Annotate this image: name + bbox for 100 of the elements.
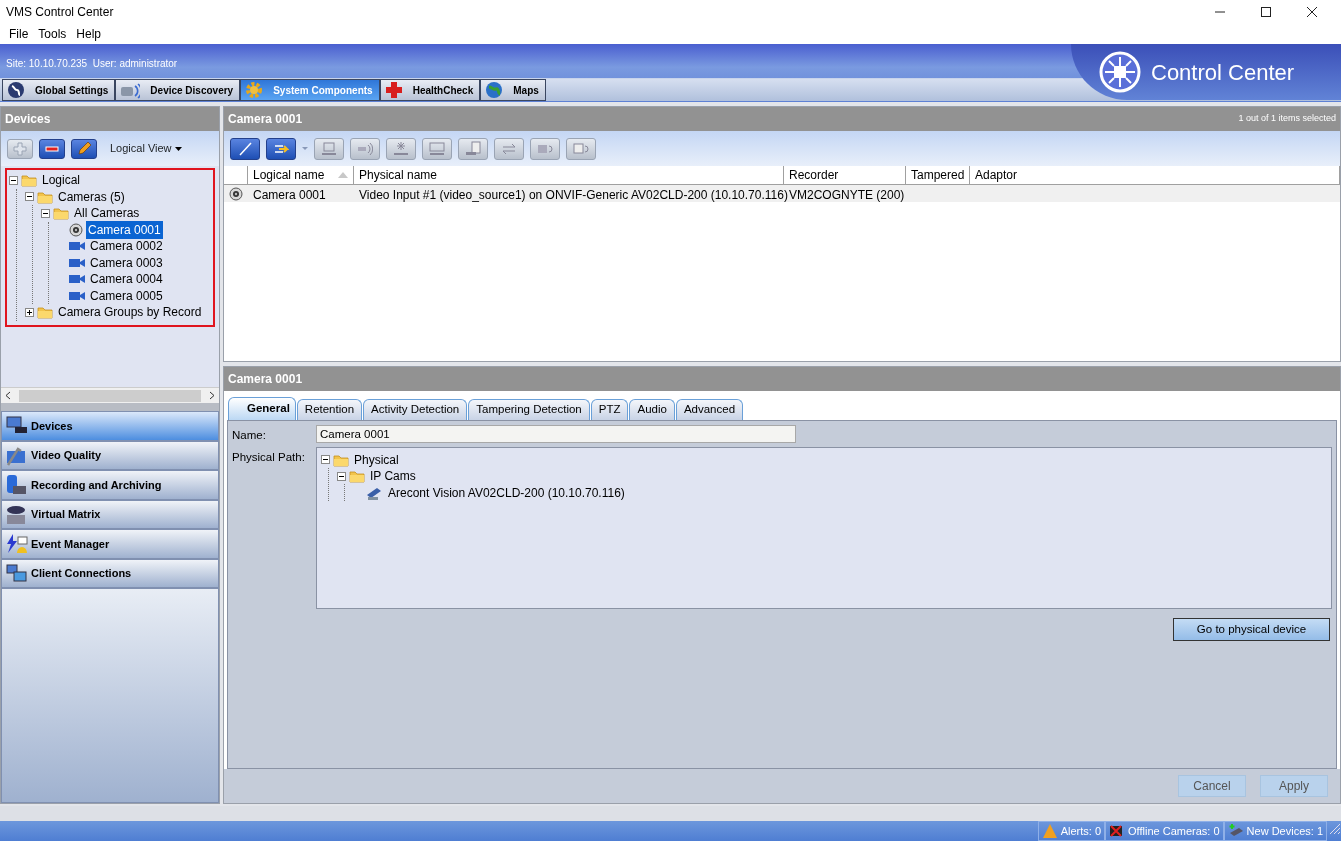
panel-title: Camera 0001 <box>224 367 1340 391</box>
collapse-icon[interactable] <box>9 175 18 185</box>
nav-item[interactable]: Client Connections <box>1 558 219 588</box>
tab[interactable]: Advanced <box>675 399 744 420</box>
column-header[interactable]: Logical name <box>248 166 354 184</box>
tree-item[interactable]: Cameras (5) <box>56 187 127 206</box>
pencil-icon <box>76 140 92 157</box>
toolbar-button[interactable] <box>71 138 97 159</box>
panel-title: Camera 0001 <box>228 111 303 128</box>
menu-item[interactable]: File <box>4 25 34 43</box>
toolbar-button[interactable] <box>230 137 260 160</box>
server-icon <box>5 474 29 496</box>
tree-item[interactable]: All Cameras <box>72 204 142 223</box>
network-computers-icon <box>5 562 29 584</box>
status-item: Alerts: 0 <box>1060 823 1102 839</box>
signal-icon <box>357 140 373 157</box>
resize-grip-icon <box>1327 821 1341 835</box>
column-label: Logical name <box>253 167 325 184</box>
folder-icon <box>349 469 365 483</box>
status-item: New Devices: 1 <box>1246 823 1323 839</box>
webcam-icon <box>229 186 243 201</box>
column-label: Tampered <box>911 167 965 184</box>
table-cell-text: Camera 0001 <box>252 187 327 202</box>
tree-item[interactable]: Camera 0001 <box>86 220 163 239</box>
tree-item[interactable]: Camera 0004 <box>88 270 165 289</box>
nav-item[interactable]: Video Quality <box>1 440 219 470</box>
tab[interactable]: PTZ <box>590 399 629 420</box>
gear-icon <box>245 81 264 99</box>
go-to-device-button[interactable]: Go to physical device <box>1173 618 1330 642</box>
site-info: Site: 10.10.70.235 User: administrator <box>6 58 178 69</box>
tree-item[interactable]: Camera 0003 <box>88 253 165 272</box>
document-icon <box>465 140 481 157</box>
globe-icon <box>7 81 25 99</box>
status-item: Offline Cameras: 0 <box>1128 823 1220 839</box>
caret-icon <box>302 147 308 150</box>
field-label: Physical Path: <box>232 450 306 466</box>
column-header[interactable]: Adaptor <box>970 166 1340 184</box>
camera-icon <box>69 241 85 252</box>
column-label: Recorder <box>789 167 839 184</box>
column-header[interactable]: Physical name <box>354 166 784 184</box>
scrollbar-thumb[interactable] <box>19 389 201 402</box>
plus-icon <box>12 140 28 157</box>
column-label: Adaptor <box>975 167 1018 184</box>
tab[interactable]: Audio <box>629 399 675 420</box>
selection-count: 1 out of 1 items selected <box>1238 112 1336 126</box>
camera-icon <box>69 290 85 301</box>
new-device-icon <box>1227 823 1244 839</box>
main-tab[interactable]: Maps <box>480 79 546 101</box>
main-tab[interactable]: Global Settings <box>2 79 116 101</box>
wireless-camera-icon <box>120 81 141 99</box>
toolbar-button[interactable] <box>266 137 296 160</box>
collapse-icon[interactable] <box>321 455 330 464</box>
caret-icon <box>174 146 182 151</box>
splitter-grip[interactable] <box>1 403 219 411</box>
scroll-left-icon <box>5 391 11 400</box>
toolbar-button[interactable] <box>39 138 65 159</box>
menu-item[interactable]: Help <box>71 25 107 43</box>
nav-item[interactable]: Event Manager <box>1 529 219 559</box>
collapse-icon[interactable] <box>25 192 34 202</box>
scroll-right-icon <box>209 391 215 400</box>
nav-item[interactable]: Devices <box>1 411 219 441</box>
tree-item[interactable]: Camera 0005 <box>88 286 165 305</box>
pencil-icon <box>237 140 253 157</box>
menu-item[interactable]: Tools <box>33 25 72 43</box>
column-header[interactable]: Tampered <box>906 166 970 184</box>
tab[interactable]: Retention <box>296 399 363 420</box>
panel-title: Devices <box>1 107 219 131</box>
tab[interactable]: Activity Detection <box>363 399 468 420</box>
folder-icon <box>21 173 37 188</box>
tree-item[interactable]: Camera 0002 <box>88 237 165 256</box>
folder-icon <box>53 206 69 221</box>
expand-icon[interactable] <box>25 307 34 317</box>
tree-item[interactable]: Physical <box>352 450 401 469</box>
tree-item[interactable]: Camera Groups by Record <box>56 303 204 322</box>
folder-icon <box>37 189 53 204</box>
column-label: Physical name <box>359 167 438 184</box>
folder-icon <box>333 452 349 467</box>
collapse-icon[interactable] <box>337 471 346 481</box>
sparkle-icon <box>393 140 409 157</box>
tab[interactable]: Tampering Detection <box>468 399 590 420</box>
folder-icon <box>37 305 53 320</box>
tab[interactable]: General <box>228 397 296 420</box>
main-tab[interactable]: Device Discovery <box>115 79 241 101</box>
collapse-icon[interactable] <box>41 208 50 218</box>
view-dropdown[interactable]: Logical View <box>109 139 183 158</box>
maximize-icon <box>1260 6 1272 18</box>
name-field[interactable]: Camera 0001 <box>316 425 796 443</box>
network-logo-icon <box>1099 51 1141 93</box>
lightning-bell-icon <box>5 533 29 555</box>
tree-item[interactable]: IP Cams <box>368 467 418 485</box>
warning-icon <box>1041 823 1058 839</box>
column-header[interactable]: Recorder <box>784 166 906 184</box>
main-tab[interactable]: HealthCheck <box>379 79 481 101</box>
window-title: VMS Control Center <box>6 4 115 21</box>
tree-item[interactable]: Arecont Vision AV02CLD-200 (10.10.70.116) <box>386 483 627 502</box>
nav-item[interactable]: Recording and Archiving <box>1 470 219 500</box>
nav-item[interactable]: Virtual Matrix <box>1 499 219 529</box>
globe-icon <box>485 81 504 99</box>
tree-item[interactable]: Logical <box>40 171 83 190</box>
camera-icon <box>69 257 85 268</box>
